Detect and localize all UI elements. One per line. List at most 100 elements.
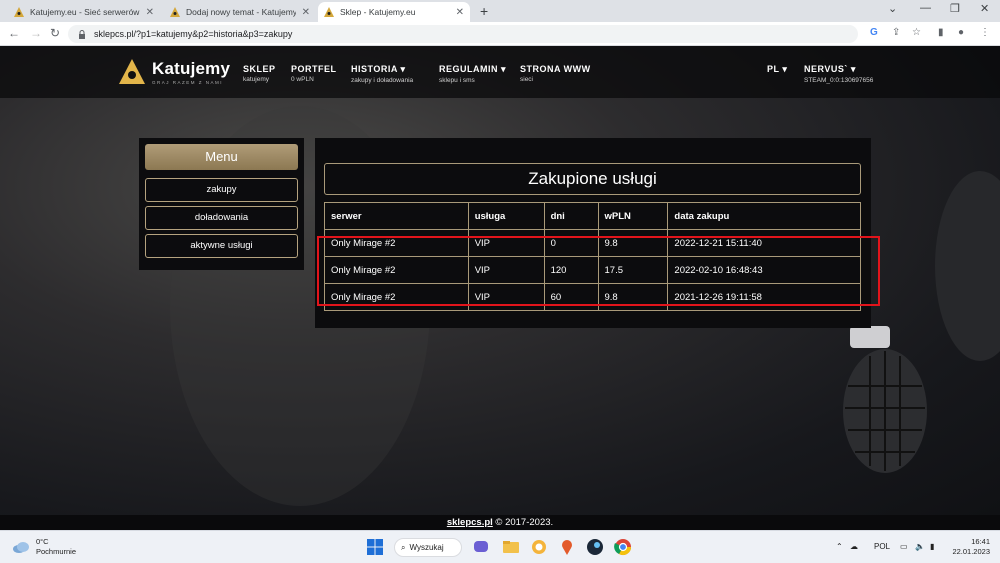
menu-item-doladowania[interactable]: doładowania	[145, 206, 298, 230]
footer-link[interactable]: sklepcs.pl	[447, 517, 493, 528]
nav-label: HISTORIA ▾	[351, 64, 406, 74]
table-cell: 9.8	[597, 229, 669, 257]
file-explorer-icon[interactable]	[502, 538, 520, 556]
share-icon[interactable]: ⇪	[892, 27, 900, 38]
close-window-button[interactable]: ✕	[980, 2, 989, 15]
nav-strona-www[interactable]: STRONA WWW sieci	[520, 64, 591, 83]
site-navbar: Katujemy GRAJ RAZEM Z NAMI SKLEP katujem…	[0, 46, 1000, 98]
windows-taskbar: 0°C Pochmurnie ⌕ Wyszukaj ⌃ ☁ POL ▭ 🔈 ▮ …	[0, 530, 1000, 563]
tray-weather-icon[interactable]: ☁	[850, 542, 858, 551]
url-text[interactable]: sklepcs.pl/?p1=katujemy&p2=historia&p3=z…	[94, 29, 292, 39]
chrome-icon[interactable]	[614, 538, 632, 556]
nav-label: STRONA WWW	[520, 64, 591, 74]
forward-arrow-icon[interactable]: →	[30, 26, 42, 40]
menu-title: Menu	[145, 144, 298, 170]
table-cell: 0	[543, 229, 599, 257]
table-cell: 2021-12-26 19:11:58	[667, 283, 861, 311]
nav-sublabel: katujemy	[243, 76, 270, 83]
side-menu: Menu zakupy doładowania aktywne usługi	[139, 138, 304, 270]
bookmark-star-icon[interactable]: ☆	[912, 27, 921, 38]
new-tab-button[interactable]: +	[480, 3, 488, 19]
app-icon[interactable]	[530, 538, 548, 556]
page-title: Zakupione usługi	[324, 163, 861, 195]
column-header: data zakupu	[667, 202, 861, 230]
taskbar-search[interactable]: ⌕ Wyszukaj	[394, 538, 462, 557]
reload-icon[interactable]: ↻	[50, 26, 60, 40]
nav-label: REGULAMIN ▾	[439, 64, 507, 74]
weather-desc: Pochmurnie	[36, 547, 77, 556]
table-row: Only Mirage #2 VIP 0 9.8 2022-12-21 15:1…	[324, 229, 861, 257]
weather-temp: 0°C	[36, 537, 49, 546]
nav-sublabel: sklepu i sms	[439, 77, 475, 84]
nav-sublabel: zakupy i doładowania	[351, 77, 414, 84]
katujemy-logo-icon	[119, 59, 145, 84]
table-cell: VIP	[467, 229, 545, 257]
browser-tab-3-active[interactable]: Sklep - Katujemy.eu ✕	[318, 2, 470, 22]
purchased-services-panel: Zakupione usługi serwer usługa dni wPLN …	[315, 138, 871, 328]
tab-title: Sklep - Katujemy.eu	[340, 7, 416, 17]
minimize-button[interactable]: —	[920, 2, 931, 14]
browser-toolbar: ← → ↻ sklepcs.pl/?p1=katujemy&p2=histori…	[0, 22, 1000, 46]
user-menu[interactable]: NERVUS` ▾ STEAM_0:0:130697656	[804, 64, 873, 84]
nav-sklep[interactable]: SKLEP katujemy	[243, 64, 276, 83]
nav-label: PORTFEL	[291, 64, 337, 74]
tray-chevron-icon[interactable]: ⌃	[836, 542, 843, 551]
lock-icon[interactable]	[78, 29, 86, 39]
tab-close-icon[interactable]: ✕	[146, 7, 154, 18]
nav-regulamin[interactable]: REGULAMIN ▾ sklepu i sms	[439, 64, 506, 84]
language-selector[interactable]: PL ▾	[767, 64, 787, 75]
speaker-icon[interactable]: 🔈	[915, 542, 925, 551]
katujemy-favicon-icon	[324, 7, 334, 17]
website-viewport: Katujemy GRAJ RAZEM Z NAMI SKLEP katujem…	[0, 46, 1000, 515]
browser-tab-bar: Katujemy.eu - Sieć serwerów CS ✕ Dodaj n…	[0, 0, 1000, 22]
table-cell: 9.8	[597, 283, 669, 311]
table-cell: 120	[543, 256, 599, 284]
battery-icon[interactable]: ▮	[930, 542, 934, 551]
maximize-button[interactable]: ❐	[950, 2, 960, 15]
windows-start-icon[interactable]	[366, 538, 384, 556]
profile-icon[interactable]: ●	[958, 27, 964, 38]
footer-copyright: © 2017-2023.	[492, 517, 554, 528]
map-pin-icon[interactable]	[558, 538, 576, 556]
more-menu-icon[interactable]: ⋮	[980, 27, 990, 38]
browser-tab-2[interactable]: Dodaj nowy temat - Katujemy.eu ✕	[164, 2, 316, 22]
site-logo[interactable]: Katujemy GRAJ RAZEM Z NAMI	[118, 58, 230, 86]
logo-title: Katujemy	[152, 59, 231, 78]
cloud-icon	[13, 542, 29, 553]
teams-chat-icon[interactable]	[472, 538, 490, 556]
clock-date: 22.01.2023	[952, 547, 990, 556]
column-header: wPLN	[597, 202, 669, 230]
nav-portfel[interactable]: PORTFEL 0 wPLN	[291, 64, 337, 83]
column-header: serwer	[324, 202, 469, 230]
table-cell: 2022-12-21 15:11:40	[667, 229, 861, 257]
table-cell: Only Mirage #2	[324, 283, 469, 311]
tab-close-icon[interactable]: ✕	[456, 7, 464, 18]
steam-icon[interactable]	[586, 538, 604, 556]
google-icon[interactable]: G	[870, 27, 878, 38]
steam-id: STEAM_0:0:130697656	[804, 77, 874, 84]
tab-close-icon[interactable]: ✕	[302, 7, 310, 18]
katujemy-favicon-icon	[14, 7, 24, 17]
table-row: Only Mirage #2 VIP 120 17.5 2022-02-10 1…	[324, 256, 861, 284]
clock-time: 16:41	[971, 537, 990, 546]
weather-widget[interactable]: 0°C Pochmurnie	[12, 537, 76, 557]
sidebar-icon[interactable]: ▮	[938, 27, 944, 38]
column-header: usługa	[467, 202, 545, 230]
table-cell: 17.5	[597, 256, 669, 284]
table-cell: Only Mirage #2	[324, 229, 469, 257]
grenade-art	[843, 326, 927, 473]
display-icon[interactable]: ▭	[900, 542, 908, 551]
address-bar[interactable]: sklepcs.pl/?p1=katujemy&p2=historia&p3=z…	[68, 25, 858, 43]
table-cell: Only Mirage #2	[324, 256, 469, 284]
taskbar-clock[interactable]: 16:41 22.01.2023	[950, 537, 990, 557]
nav-sublabel: sieci	[520, 76, 534, 83]
tab-search-icon[interactable]: ⌄	[888, 2, 897, 15]
table-cell: VIP	[467, 283, 545, 311]
back-arrow-icon[interactable]: ←	[8, 26, 20, 40]
input-language[interactable]: POL	[874, 542, 890, 551]
language-label: PL ▾	[767, 64, 788, 74]
browser-tab-1[interactable]: Katujemy.eu - Sieć serwerów CS ✕	[8, 2, 160, 22]
menu-item-zakupy[interactable]: zakupy	[145, 178, 298, 202]
nav-historia[interactable]: HISTORIA ▾ zakupy i doładowania	[351, 64, 413, 84]
menu-item-aktywne-uslugi[interactable]: aktywne usługi	[145, 234, 298, 258]
